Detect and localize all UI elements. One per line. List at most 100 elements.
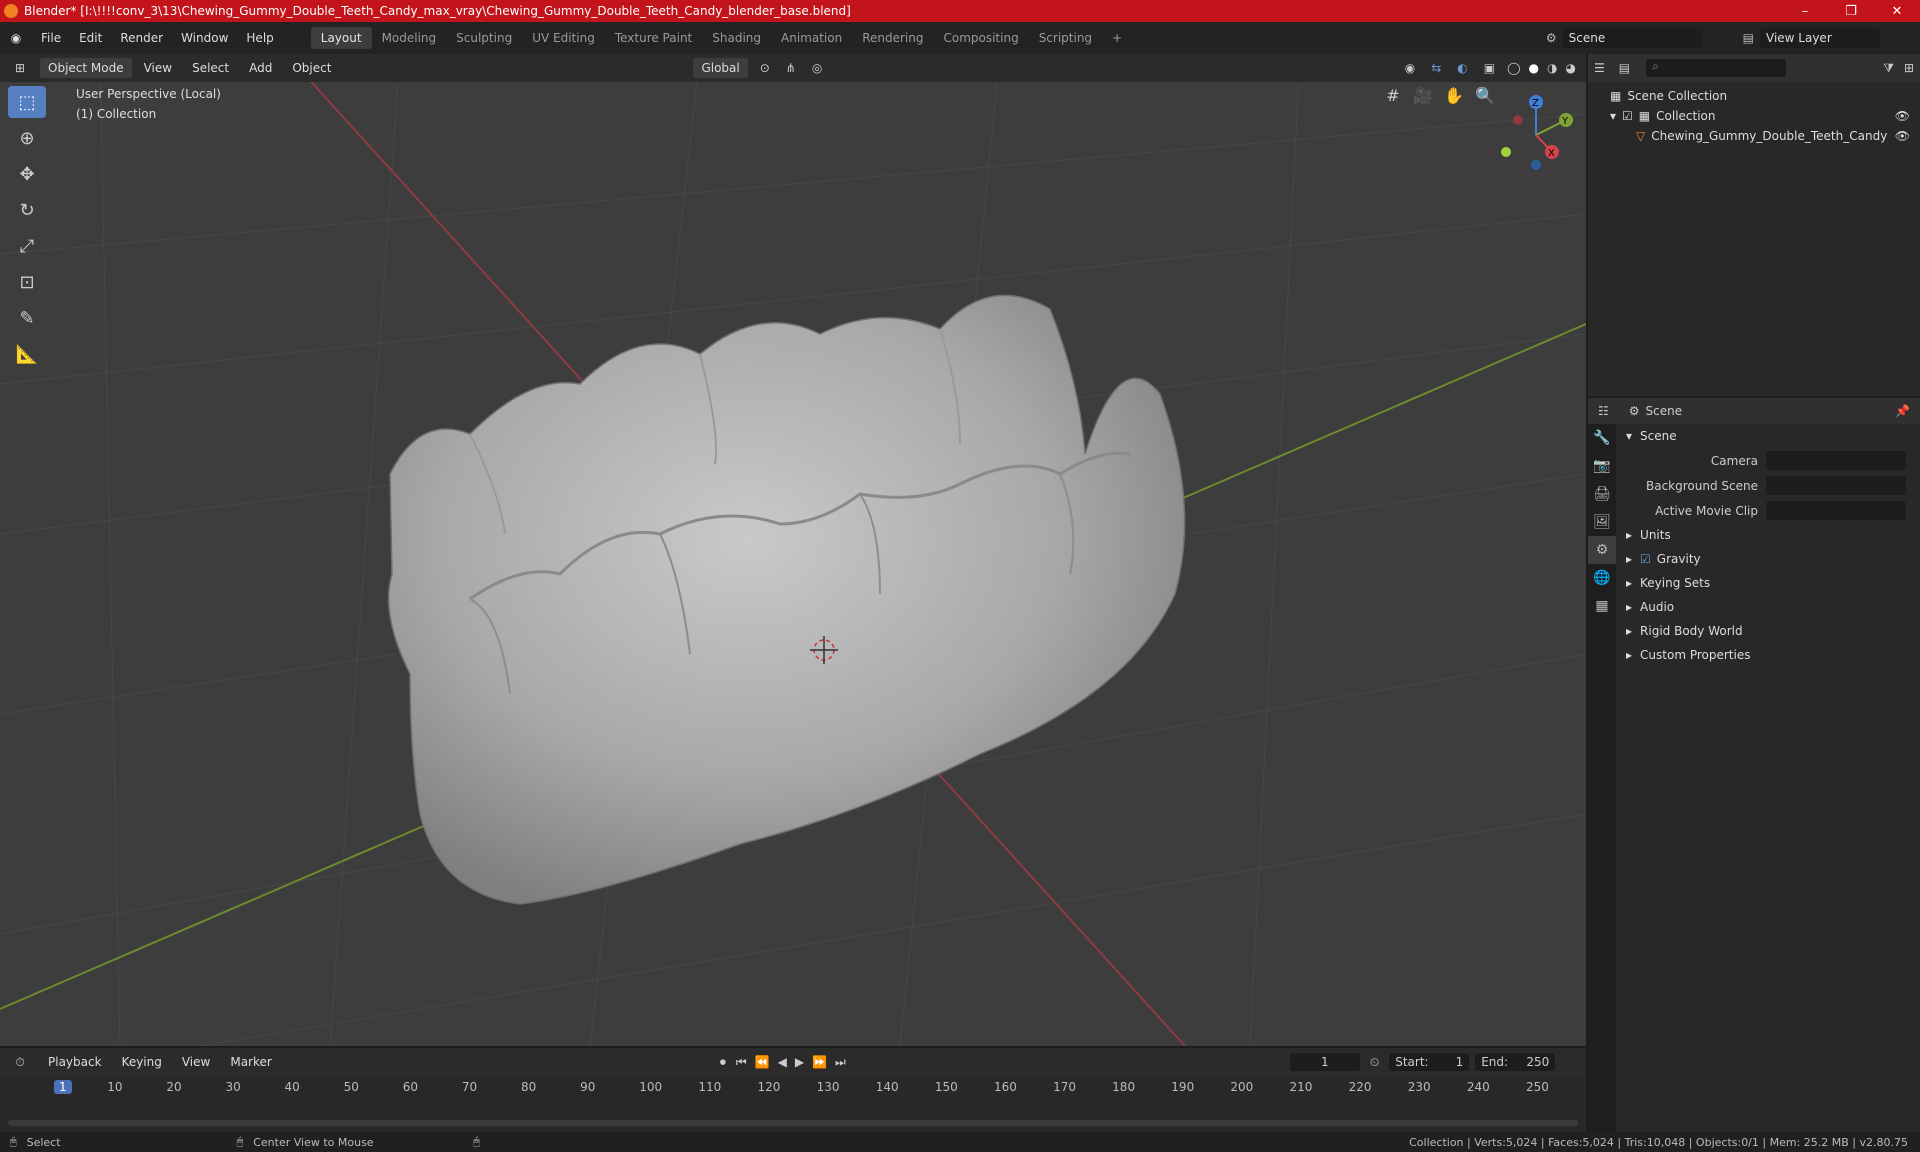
editor-type-icon[interactable]: ⊞: [0, 61, 40, 75]
blender-menu-icon[interactable]: ◉: [0, 31, 32, 45]
menu-edit[interactable]: Edit: [70, 31, 111, 45]
timeline-editor-icon[interactable]: ⏱: [0, 1055, 40, 1070]
rendered-shading-icon[interactable]: ◕: [1566, 61, 1576, 75]
custom-properties-panel[interactable]: ▸ Custom Properties: [1616, 643, 1920, 667]
navigation-gizmo[interactable]: Z Y X: [1496, 90, 1586, 180]
menu-window[interactable]: Window: [172, 31, 237, 45]
rotate-tool-icon[interactable]: ↻: [8, 194, 46, 226]
tab-compositing[interactable]: Compositing: [933, 27, 1028, 49]
tab-sculpting[interactable]: Sculpting: [446, 27, 522, 49]
maximize-button[interactable]: ❐: [1828, 4, 1874, 19]
annotate-tool-icon[interactable]: ✎: [8, 302, 46, 334]
view-menu[interactable]: View: [136, 58, 180, 78]
filter-icon[interactable]: ⧩: [1883, 61, 1894, 76]
grid-view-icon[interactable]: #: [1380, 86, 1406, 112]
expand-arrow-icon[interactable]: ▾: [1610, 109, 1616, 123]
active-movie-clip-value[interactable]: [1766, 501, 1906, 520]
tab-rendering[interactable]: Rendering: [852, 27, 933, 49]
material-shading-icon[interactable]: ◑: [1547, 61, 1557, 75]
end-frame-field[interactable]: End: 250: [1475, 1053, 1556, 1071]
display-mode-icon[interactable]: ▤: [1619, 61, 1630, 75]
jump-end-icon[interactable]: ⏭: [835, 1055, 846, 1070]
rigid-body-world-panel[interactable]: ▸ Rigid Body World: [1616, 619, 1920, 643]
texture-tab-icon[interactable]: ▦: [1588, 592, 1616, 620]
tab-modeling[interactable]: Modeling: [372, 27, 447, 49]
world-tab-icon[interactable]: 🌐: [1588, 564, 1616, 592]
keying-menu[interactable]: Keying: [114, 1052, 170, 1072]
gizmo-toggle-icon[interactable]: ⇆: [1431, 61, 1441, 75]
tab-uv-editing[interactable]: UV Editing: [522, 27, 605, 49]
preview-range-icon[interactable]: ⏲: [1370, 1055, 1379, 1070]
outliner-row-collection[interactable]: ▾ ☑ ▦ Collection 👁: [1610, 106, 1920, 126]
tab-scripting[interactable]: Scripting: [1029, 27, 1102, 49]
select-box-tool-icon[interactable]: ⬚: [8, 86, 46, 118]
properties-editor-icon[interactable]: ☷: [1598, 404, 1609, 418]
scale-tool-icon[interactable]: ⤢: [8, 230, 46, 262]
menu-file[interactable]: File: [32, 31, 70, 45]
view-layer-tab-icon[interactable]: 🖼: [1588, 508, 1616, 536]
play-icon[interactable]: ▶: [795, 1055, 804, 1069]
visibility-icon[interactable]: ◉: [1405, 61, 1415, 75]
menu-render[interactable]: Render: [111, 31, 172, 45]
new-collection-icon[interactable]: ⊞: [1904, 61, 1914, 75]
camera-value[interactable]: [1766, 451, 1906, 470]
playback-menu[interactable]: Playback: [40, 1052, 110, 1072]
tab-texture-paint[interactable]: Texture Paint: [605, 27, 702, 49]
menu-help[interactable]: Help: [237, 31, 282, 45]
pivot-icon[interactable]: ⊙: [760, 61, 770, 75]
current-frame-field[interactable]: 1: [1289, 1053, 1360, 1071]
play-reverse-icon[interactable]: ◀: [778, 1055, 787, 1069]
jump-start-icon[interactable]: ⏮: [736, 1055, 747, 1070]
active-movie-clip-field[interactable]: Active Movie Clip: [1616, 498, 1920, 523]
frame-ruler[interactable]: 1 10 20 30 40 50 60 70 80 90 100 110 120 130 140 150 160…: [0, 1078, 1586, 1098]
cursor-tool-icon[interactable]: ⊕: [8, 122, 46, 154]
xray-icon[interactable]: ▣: [1484, 61, 1495, 75]
select-menu[interactable]: Select: [184, 58, 237, 78]
minimize-button[interactable]: –: [1782, 4, 1828, 19]
background-scene-value[interactable]: [1766, 476, 1906, 495]
mode-dropdown[interactable]: Object Mode: [40, 58, 132, 78]
scene-tab-icon[interactable]: ⚙: [1588, 536, 1616, 564]
start-frame-field[interactable]: Start: 1: [1389, 1053, 1470, 1071]
checkbox-icon[interactable]: ☑: [1622, 109, 1633, 123]
camera-view-icon[interactable]: 🎥: [1410, 86, 1436, 112]
tool-tab-icon[interactable]: 🔧: [1588, 424, 1616, 452]
audio-panel[interactable]: ▸ Audio: [1616, 595, 1920, 619]
render-tab-icon[interactable]: 📷: [1588, 452, 1616, 480]
next-keyframe-icon[interactable]: ⏩: [812, 1055, 827, 1069]
measure-tool-icon[interactable]: 📐: [8, 338, 46, 370]
move-tool-icon[interactable]: ✥: [8, 158, 46, 190]
eye-icon[interactable]: 👁: [1895, 109, 1910, 123]
outliner-row-object[interactable]: ▽ Chewing_Gummy_Double_Teeth_Candy 👁: [1610, 126, 1920, 146]
wireframe-shading-icon[interactable]: ◯: [1507, 61, 1520, 75]
3d-viewport[interactable]: ⊞ Object Mode View Select Add Object Glo…: [0, 54, 1586, 1046]
outliner-search-field[interactable]: ⌕: [1646, 59, 1787, 77]
snap-icon[interactable]: ⋔: [786, 61, 796, 75]
timeline-view-menu[interactable]: View: [174, 1052, 218, 1072]
pin-icon[interactable]: 📌: [1895, 404, 1910, 418]
tab-animation[interactable]: Animation: [771, 27, 852, 49]
zoom-icon[interactable]: 🔍: [1472, 86, 1498, 112]
tab-layout[interactable]: Layout: [310, 27, 372, 49]
gummy-teeth-mesh[interactable]: [387, 294, 1186, 905]
outliner-row-scene-collection[interactable]: ▦ Scene Collection: [1610, 86, 1920, 106]
eye-icon[interactable]: 👁: [1895, 129, 1910, 143]
close-button[interactable]: ✕: [1874, 4, 1920, 19]
gravity-checkbox[interactable]: ☑: [1640, 552, 1651, 566]
pan-hand-icon[interactable]: ✋: [1441, 86, 1467, 112]
outliner-editor-icon[interactable]: ☰: [1594, 61, 1605, 75]
scene-section-header[interactable]: ▾ Scene: [1616, 424, 1920, 448]
orientation-dropdown[interactable]: Global: [693, 58, 748, 78]
keying-sets-panel[interactable]: ▸ Keying Sets: [1616, 571, 1920, 595]
solid-shading-icon[interactable]: ●: [1529, 61, 1539, 75]
units-panel[interactable]: ▸ Units: [1616, 523, 1920, 547]
add-menu[interactable]: Add: [241, 58, 280, 78]
background-scene-field[interactable]: Background Scene: [1616, 473, 1920, 498]
proportional-edit-icon[interactable]: ◎: [812, 61, 822, 75]
add-workspace-button[interactable]: +: [1102, 27, 1132, 49]
transform-tool-icon[interactable]: ⊡: [8, 266, 46, 298]
timeline-scrollbar[interactable]: [8, 1120, 1578, 1126]
gravity-panel[interactable]: ▸ ☑ Gravity: [1616, 547, 1920, 571]
prev-keyframe-icon[interactable]: ⏪: [755, 1055, 770, 1069]
viewport-canvas[interactable]: [0, 54, 1586, 1046]
